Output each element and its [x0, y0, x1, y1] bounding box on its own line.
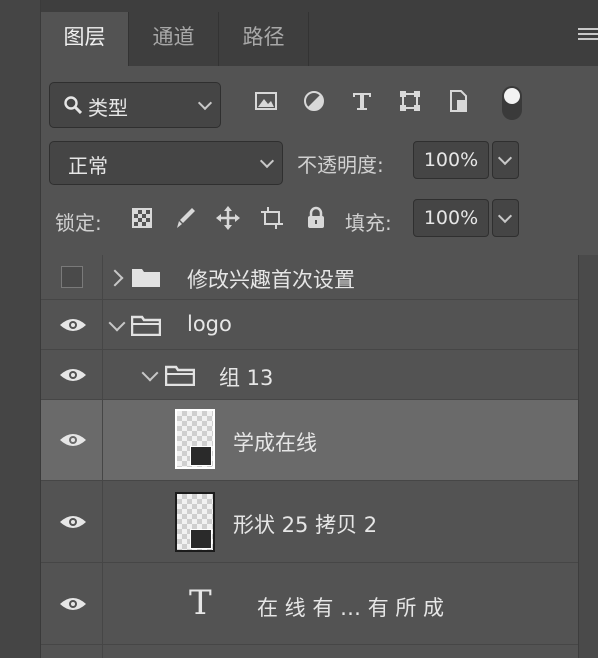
smart-object-icon[interactable]: [445, 88, 471, 114]
layer-row-修改兴趣首次设置[interactable]: 修改兴趣首次设置: [41, 255, 579, 300]
lock-all-icon[interactable]: [303, 205, 329, 231]
visibility-off-box: [61, 266, 83, 288]
opacity-stepper[interactable]: [492, 141, 519, 179]
panel-menu-icon[interactable]: [578, 28, 598, 44]
visibility-toggle[interactable]: [41, 400, 103, 480]
filter-toggle-icon[interactable]: [500, 84, 524, 122]
chevron-right-icon[interactable]: [106, 269, 124, 287]
lock-position-icon[interactable]: [215, 205, 241, 231]
chevron-down-icon: [197, 95, 213, 111]
chevron-down-icon: [497, 150, 513, 166]
folder-open-icon: [131, 315, 161, 336]
image-icon[interactable]: [253, 88, 279, 114]
eye-icon: [60, 597, 86, 610]
layer-thumbnail: [175, 492, 215, 552]
eye-icon: [60, 515, 86, 528]
lock-image-pixels-icon[interactable]: [172, 205, 198, 231]
layer-row-text[interactable]: T 在 线 有 … 有 所 成: [41, 563, 579, 645]
layer-name: 形状 25 拷贝 2: [233, 513, 378, 537]
eye-icon: [60, 434, 86, 446]
folder-open-icon: [165, 365, 195, 386]
visibility-toggle[interactable]: [41, 350, 103, 399]
layers-panel: 图层 通道 路径 类型 正常 不透明度: 100% 锁定: 填充: 100% 修…: [41, 0, 598, 658]
lock-artboard-icon[interactable]: [259, 205, 285, 231]
layer-row-形状-25-拷贝-2[interactable]: 形状 25 拷贝 2: [41, 481, 579, 563]
chevron-down-icon[interactable]: [108, 314, 126, 332]
layer-row-logo[interactable]: logo: [41, 300, 579, 350]
fill-stepper[interactable]: [492, 199, 519, 237]
tab-channels[interactable]: 通道: [129, 12, 219, 66]
chevron-down-icon: [497, 208, 513, 224]
search-icon: [64, 96, 82, 114]
folder-icon: [132, 269, 160, 287]
visibility-toggle[interactable]: [41, 255, 103, 299]
shape-badge-icon: [190, 446, 212, 466]
eye-icon: [60, 318, 86, 331]
layer-thumbnail: [175, 409, 215, 469]
filter-selected-label: 类型: [88, 96, 128, 120]
blend-mode-value: 正常: [68, 154, 108, 178]
chevron-down-icon[interactable]: [141, 364, 159, 382]
layer-name: 修改兴趣首次设置: [187, 268, 355, 292]
lock-transparent-pixels-icon[interactable]: [129, 205, 155, 231]
text-layer-icon: T: [189, 583, 212, 623]
visibility-toggle[interactable]: [41, 645, 103, 658]
layer-row-group-13[interactable]: 组 13: [41, 350, 579, 400]
chevron-down-icon: [259, 153, 275, 169]
visibility-toggle[interactable]: [41, 481, 103, 562]
adjustment-icon[interactable]: [301, 88, 327, 114]
layer-name: 学成在线: [233, 431, 317, 455]
layer-name: 组 13: [219, 366, 274, 390]
tab-paths[interactable]: 路径: [219, 12, 309, 66]
panel-tabbar: 图层 通道 路径: [41, 0, 598, 66]
layer-name: 在 线 有 … 有 所 成: [257, 596, 445, 620]
blend-mode-dropdown[interactable]: 正常: [49, 141, 283, 185]
tab-layers[interactable]: 图层: [41, 12, 129, 66]
eye-icon: [60, 368, 86, 381]
layer-name: logo: [187, 312, 232, 336]
visibility-toggle[interactable]: [41, 300, 103, 349]
layers-scrollbar[interactable]: [578, 255, 598, 658]
opacity-label: 不透明度:: [297, 153, 384, 177]
lock-label: 锁定:: [55, 211, 102, 235]
layer-filter-dropdown[interactable]: 类型: [49, 82, 221, 128]
layer-row-partial[interactable]: [41, 645, 579, 658]
fill-label: 填充:: [345, 211, 392, 235]
visibility-toggle[interactable]: [41, 563, 103, 644]
layers-list: 修改兴趣首次设置 logo 组 13 学成在线 形状 25 拷贝 2 T 在 线…: [41, 255, 598, 658]
type-icon[interactable]: [349, 88, 375, 114]
shape-badge-icon: [190, 529, 212, 549]
panel-dock-edge: [0, 0, 41, 658]
opacity-input[interactable]: 100%: [413, 141, 489, 179]
layer-row-学成在线[interactable]: 学成在线: [41, 400, 579, 481]
fill-input[interactable]: 100%: [413, 199, 489, 237]
shape-icon[interactable]: [397, 88, 423, 114]
